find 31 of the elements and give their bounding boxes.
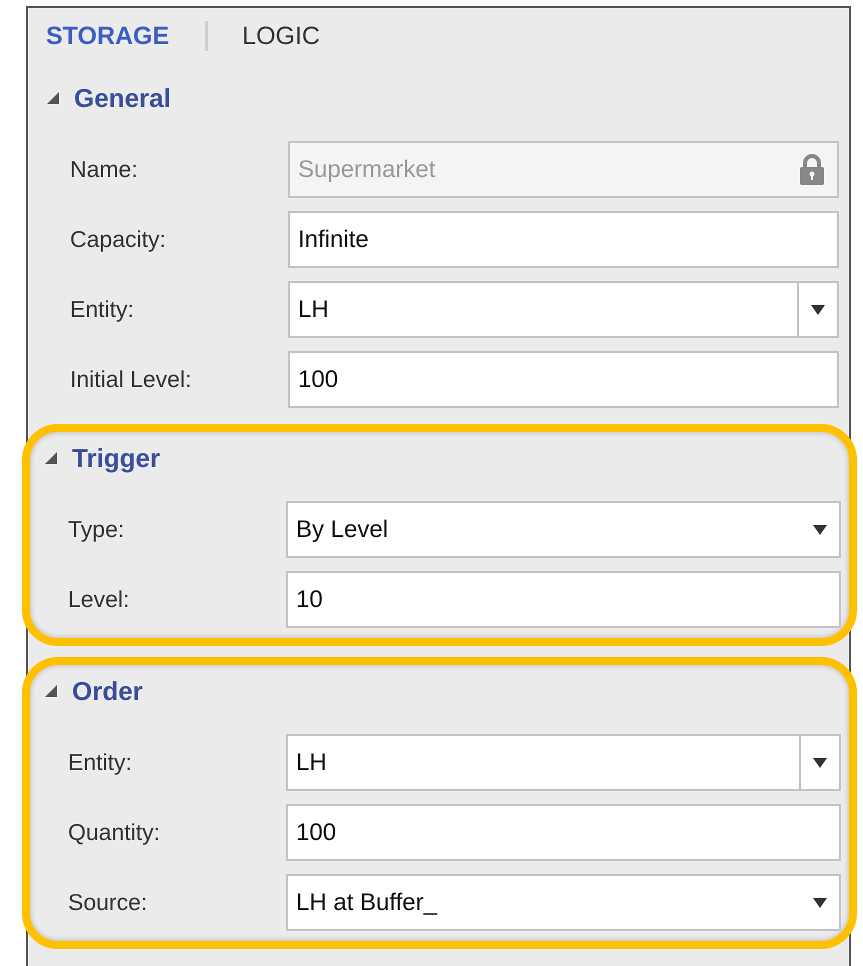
field-label: Level: [68, 586, 130, 613]
field-label: Entity: [70, 296, 135, 323]
caret-icon [811, 304, 825, 314]
field-label: Initial Level: [70, 366, 192, 393]
tab[interactable]: LOGIC [240, 22, 322, 50]
collapse-icon[interactable] [44, 451, 58, 465]
collapse-icon[interactable] [44, 684, 58, 698]
field-label: Type: [68, 516, 126, 543]
dropdown[interactable]: LH at Buffer_ [286, 874, 841, 931]
field-label: Capacity: [70, 226, 167, 253]
dropdown[interactable]: By Level [286, 501, 841, 558]
combo-field[interactable]: LH [288, 281, 839, 338]
caret-icon [813, 758, 827, 768]
field-label: Quantity: [68, 819, 162, 846]
field-label: Name: [70, 156, 139, 183]
section-title: Trigger [72, 442, 160, 474]
section-title: Order [72, 676, 143, 706]
field-label: Source: [68, 889, 148, 916]
caret-icon [813, 898, 827, 908]
lock-icon [799, 154, 825, 186]
input-field[interactable]: Infinite [288, 211, 839, 268]
collapse-icon[interactable] [46, 91, 60, 105]
input-field[interactable]: 100 [286, 804, 841, 861]
input-field[interactable]: 10 [286, 571, 841, 628]
input-field[interactable]: 100 [288, 351, 839, 408]
locked-field: Supermarket [288, 141, 839, 198]
section-title: General [74, 82, 171, 114]
field-label: Entity: [68, 749, 133, 776]
caret-icon [813, 524, 827, 534]
tab[interactable]: STORAGE [44, 22, 172, 50]
combo-field[interactable]: LH [286, 734, 841, 791]
